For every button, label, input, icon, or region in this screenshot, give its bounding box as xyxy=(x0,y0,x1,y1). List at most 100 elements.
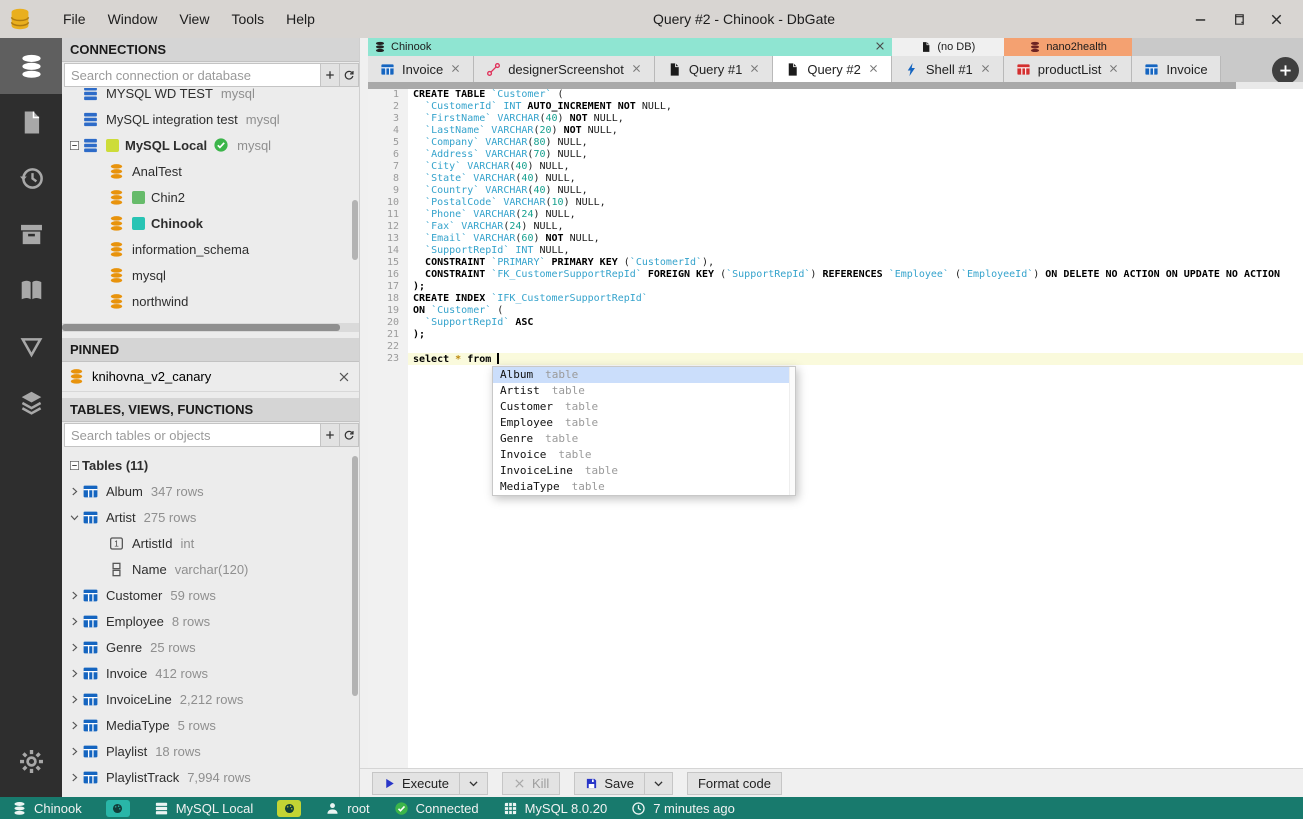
unpin-close-icon[interactable] xyxy=(337,370,351,384)
close-group-icon[interactable] xyxy=(874,40,886,55)
collapse-expander-icon[interactable] xyxy=(66,457,82,473)
menu-view[interactable]: View xyxy=(168,0,220,38)
tab-group-header[interactable]: Chinook xyxy=(368,38,892,56)
activity-query-designer[interactable] xyxy=(0,318,62,374)
new-tab-button[interactable] xyxy=(1272,57,1299,82)
chevron-right-icon[interactable] xyxy=(66,483,82,499)
tab-invoice[interactable]: Invoice xyxy=(368,56,475,82)
activity-archive[interactable] xyxy=(0,206,62,262)
autocomplete-item-customer[interactable]: Customer table xyxy=(493,399,795,415)
refresh-connections-button[interactable] xyxy=(340,63,359,87)
connections-hscrollbar[interactable] xyxy=(62,323,359,332)
chevron-right-icon[interactable] xyxy=(66,665,82,681)
status-database[interactable]: Chinook xyxy=(12,801,82,816)
chevron-right-icon[interactable] xyxy=(66,691,82,707)
autocomplete-item-employee[interactable]: Employee table xyxy=(493,415,795,431)
database-item[interactable]: mysql xyxy=(62,262,359,288)
connection-item[interactable]: MySQL integration test mysql xyxy=(62,106,359,132)
autocomplete-item-invoiceline[interactable]: InvoiceLine table xyxy=(493,463,795,479)
table-item[interactable]: Tables (11) xyxy=(62,452,359,478)
close-button[interactable] xyxy=(1257,0,1295,38)
close-tab-icon[interactable] xyxy=(749,62,760,77)
tab-group-header[interactable]: nano2health xyxy=(1003,38,1133,56)
activity-history[interactable] xyxy=(0,150,62,206)
execute-button[interactable]: Execute xyxy=(372,771,460,795)
autocomplete-scrollbar[interactable] xyxy=(789,367,795,495)
add-table-button[interactable] xyxy=(321,423,340,447)
tab-shell-1[interactable]: Shell #1 xyxy=(891,56,1004,82)
activity-favorites[interactable] xyxy=(0,262,62,318)
tab-query-1[interactable]: Query #1 xyxy=(654,56,774,82)
table-item[interactable]: PlaylistTrack 7,994 rows xyxy=(62,764,359,790)
database-item[interactable]: northwind xyxy=(62,288,359,314)
close-tab-icon[interactable] xyxy=(631,62,642,77)
tab-query-2[interactable]: Query #2 xyxy=(773,56,892,82)
chevron-right-icon[interactable] xyxy=(66,743,82,759)
save-button[interactable]: Save xyxy=(574,771,645,795)
close-tab-icon[interactable] xyxy=(980,62,991,77)
tab-group-header[interactable]: (no DB) xyxy=(891,38,1004,56)
kill-button[interactable]: Kill xyxy=(501,771,561,795)
autocomplete-item-invoice[interactable]: Invoice table xyxy=(493,447,795,463)
tables-search-input[interactable] xyxy=(64,423,321,447)
chevron-right-icon[interactable] xyxy=(66,769,82,785)
table-item-label: InvoiceLine xyxy=(106,691,172,707)
menu-tools[interactable]: Tools xyxy=(220,0,275,38)
chevron-right-icon[interactable] xyxy=(66,639,82,655)
connection-item[interactable]: MYSQL WD TEST mysql xyxy=(62,88,359,106)
add-connection-button[interactable] xyxy=(321,63,340,87)
maximize-button[interactable] xyxy=(1219,0,1257,38)
minimize-button[interactable] xyxy=(1181,0,1219,38)
close-tab-icon[interactable] xyxy=(868,62,879,77)
table-item[interactable]: Album 347 rows xyxy=(62,478,359,504)
activity-connections[interactable] xyxy=(0,38,62,94)
tab-invoice[interactable]: Invoice xyxy=(1132,56,1221,82)
table-item[interactable]: Artist 275 rows xyxy=(62,504,359,530)
autocomplete-item-album[interactable]: Album table xyxy=(493,367,795,383)
database-item[interactable]: Chinook xyxy=(62,210,359,236)
activity-plugins[interactable] xyxy=(0,374,62,430)
table-item[interactable]: MediaType 5 rows xyxy=(62,712,359,738)
pinned-item[interactable]: knihovna_v2_canary xyxy=(62,362,359,392)
menu-window[interactable]: Window xyxy=(97,0,169,38)
close-tab-icon[interactable] xyxy=(1108,62,1119,77)
autocomplete-item-genre[interactable]: Genre table xyxy=(493,431,795,447)
status-connection[interactable]: MySQL Local xyxy=(154,801,253,816)
table-item-detail: 8 rows xyxy=(171,613,211,629)
tab-designerscreenshot[interactable]: designerScreenshot xyxy=(474,56,655,82)
table-item[interactable]: InvoiceLine 2,212 rows xyxy=(62,686,359,712)
autocomplete-item-artist[interactable]: Artist table xyxy=(493,383,795,399)
close-tab-icon[interactable] xyxy=(450,62,461,77)
table-item[interactable]: Genre 25 rows xyxy=(62,634,359,660)
line-number: 2 xyxy=(392,101,399,112)
connections-search-input[interactable] xyxy=(64,63,321,87)
database-item[interactable]: Chin2 xyxy=(62,184,359,210)
chevron-right-icon[interactable] xyxy=(66,587,82,603)
tabbar-hscrollbar[interactable] xyxy=(368,82,1303,89)
collapse-expander-icon[interactable] xyxy=(66,137,82,153)
suggestion-kind: table xyxy=(564,416,599,429)
tables-vscrollbar[interactable] xyxy=(351,456,359,791)
column-item[interactable]: 1 ArtistId int xyxy=(62,530,359,556)
activity-files[interactable] xyxy=(0,94,62,150)
table-item[interactable]: Employee 8 rows xyxy=(62,608,359,634)
autocomplete-item-mediatype[interactable]: MediaType table xyxy=(493,479,795,495)
table-item[interactable]: Playlist 18 rows xyxy=(62,738,359,764)
chevron-right-icon[interactable] xyxy=(66,613,82,629)
tab-productlist[interactable]: productList xyxy=(1003,56,1133,82)
chevron-right-icon[interactable] xyxy=(66,717,82,733)
column-item[interactable]: Name varchar(120) xyxy=(62,556,359,582)
format-code-button[interactable]: Format code xyxy=(686,771,782,795)
execute-dropdown-button[interactable] xyxy=(459,771,488,795)
connection-item[interactable]: MySQL Local mysql xyxy=(62,132,359,158)
save-dropdown-button[interactable] xyxy=(644,771,673,795)
refresh-tables-button[interactable] xyxy=(340,423,359,447)
database-item[interactable]: information_schema xyxy=(62,236,359,262)
table-item[interactable]: Invoice 412 rows xyxy=(62,660,359,686)
connections-vscrollbar[interactable] xyxy=(351,200,359,330)
database-item[interactable]: AnalTest xyxy=(62,158,359,184)
menu-file[interactable]: File xyxy=(52,0,97,38)
table-item[interactable]: Customer 59 rows xyxy=(62,582,359,608)
chevron-down-icon[interactable] xyxy=(66,509,82,525)
activity-settings[interactable] xyxy=(0,733,62,789)
